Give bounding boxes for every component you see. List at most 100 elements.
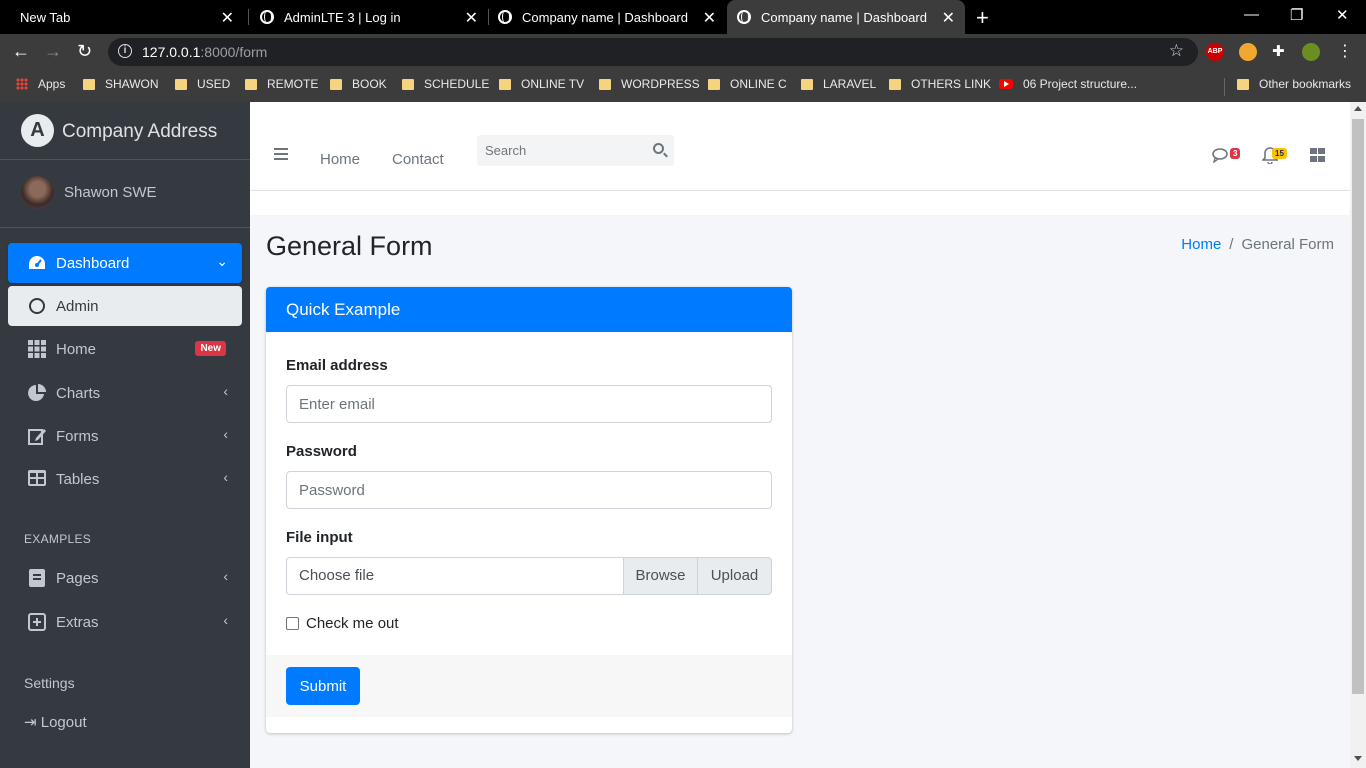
bookmark-folder[interactable]: ONLINE C [708,77,787,91]
search-icon[interactable] [653,143,664,154]
info-icon[interactable]: i [118,44,132,58]
extension-owl-icon[interactable] [1239,43,1257,61]
reload-icon[interactable]: ↻ [77,41,92,62]
sidebar-settings[interactable]: Settings [24,675,75,691]
close-tab-icon[interactable]: ✕ [703,8,716,28]
address-bar[interactable]: i 127.0.0.1:8000/form ☆ [108,38,1198,66]
back-icon[interactable]: ← [12,41,30,62]
navbar-search [477,135,674,166]
sidebar-item-extras[interactable]: Extras ‹ [8,602,242,642]
chevron-down-icon: ⌄ [216,253,228,269]
browser-tab[interactable]: New Tab ✕ [8,0,244,34]
bookmark-star-icon[interactable]: ☆ [1169,41,1184,61]
sidebar: Company Address Shawon SWE Dashboard ⌄ A… [0,102,250,768]
tab-title: Company name | Dashboard [761,9,927,25]
sidebar-item-label: Charts [56,385,101,402]
page-scrollbar[interactable] [1350,102,1366,768]
nav-link-home[interactable]: Home [320,151,360,168]
bookmark-folder[interactable]: ONLINE TV [499,77,584,91]
password-label: Password [286,443,357,460]
bookmark-folder[interactable]: BOOK [330,77,387,91]
header-strip [250,191,1350,215]
breadcrumb-home-link[interactable]: Home [1181,236,1221,253]
breadcrumb-separator: / [1229,236,1234,253]
card-footer: Submit [266,655,792,717]
close-window-icon[interactable]: ✕ [1336,6,1349,24]
sidebar-item-tables[interactable]: Tables ‹ [8,459,242,499]
folder-icon [499,78,511,90]
table-icon [27,470,47,488]
url-text: 127.0.0.1:8000/form [142,44,268,60]
globe-icon [260,10,274,24]
restore-icon[interactable]: ❐ [1290,6,1303,24]
folder-icon [402,78,414,90]
chevron-left-icon: ‹ [223,469,228,485]
bookmark-apps[interactable]: Apps [16,77,65,91]
sidebar-item-pages[interactable]: Pages ‹ [8,558,242,598]
grid-apps-icon[interactable] [1310,148,1325,162]
chevron-left-icon: ‹ [223,568,228,584]
card-title: Quick Example [286,300,401,319]
breadcrumb-current: General Form [1241,236,1334,253]
minimize-icon[interactable]: — [1244,6,1259,23]
file-choose-field[interactable]: Choose file [286,557,624,595]
email-field[interactable] [286,385,772,423]
forward-icon[interactable]: → [44,41,62,62]
bookmark-folder[interactable]: REMOTE [245,77,318,91]
sidebar-header-examples: EXAMPLES [24,532,92,546]
browser-tab-bar: New Tab ✕ AdminLTE 3 | Log in ✕ Company … [0,0,1366,34]
nav-link-contact[interactable]: Contact [392,151,444,168]
bookmark-folder[interactable]: WORDPRESS [599,77,700,91]
bookmark-folder[interactable]: LARAVEL [801,77,876,91]
browse-button[interactable]: Browse [623,557,698,595]
bookmark-folder[interactable]: USED [175,77,230,91]
browser-tab-active[interactable]: Company name | Dashboard ✕ [727,0,965,34]
bookmark-folder[interactable]: SHAWON [83,77,159,91]
profile-avatar-icon[interactable] [1302,43,1320,61]
top-navbar: Home Contact 3 15 [250,102,1350,191]
sidebar-item-admin[interactable]: Admin [8,286,242,326]
bookmarks-bar: Apps SHAWON USED REMOTE BOOK SCHEDULE ON… [0,70,1366,102]
plus-square-icon [27,613,47,631]
sidebar-logout[interactable]: ⇥ Logout [24,713,87,731]
comments-icon[interactable] [1212,147,1230,167]
folder-icon [708,78,720,90]
globe-icon [498,10,512,24]
folder-icon [245,78,257,90]
sidebar-item-label: Extras [56,614,99,631]
browser-toolbar: ← → ↻ i 127.0.0.1:8000/form ☆ ABP ✚ ⋮ [0,34,1366,70]
submit-button[interactable]: Submit [286,667,360,705]
password-field[interactable] [286,471,772,509]
sidebar-item-label: Admin [56,298,99,315]
brand-link[interactable]: Company Address [0,102,250,160]
sidebar-item-home[interactable]: Home New [8,329,242,369]
user-panel[interactable]: Shawon SWE [0,160,250,228]
chevron-left-icon: ‹ [223,383,228,399]
extensions-puzzle-icon[interactable]: ✚ [1272,43,1290,61]
browser-menu-icon[interactable]: ⋮ [1336,43,1354,61]
sidebar-item-forms[interactable]: Forms ‹ [8,416,242,456]
bookmark-other[interactable]: Other bookmarks [1237,77,1351,91]
bookmark-folder[interactable]: OTHERS LINK [889,77,991,91]
new-tab-icon[interactable]: + [976,5,989,31]
close-tab-icon[interactable]: ✕ [465,8,478,28]
upload-button[interactable]: Upload [697,557,772,595]
content-wrapper: Home Contact 3 15 General Form Home / Gene… [250,102,1350,768]
scroll-up-arrow-icon[interactable] [1354,106,1362,111]
bookmark-youtube[interactable]: 06 Project structure... [999,77,1137,91]
sidebar-item-charts[interactable]: Charts ‹ [8,373,242,413]
hamburger-menu-icon[interactable] [274,148,288,160]
scrollbar-thumb[interactable] [1352,119,1364,694]
check-me-out-checkbox[interactable] [286,616,299,630]
close-tab-icon[interactable]: ✕ [221,8,234,28]
browser-tab[interactable]: Company name | Dashboard ✕ [488,0,726,34]
browser-tab[interactable]: AdminLTE 3 | Log in ✕ [248,0,488,34]
sidebar-item-dashboard[interactable]: Dashboard ⌄ [8,243,242,283]
search-input[interactable] [477,135,642,166]
adblock-icon[interactable]: ABP [1206,43,1224,61]
globe-icon [737,10,751,24]
close-tab-icon[interactable]: ✕ [942,8,955,28]
bookmark-folder[interactable]: SCHEDULE [402,77,489,91]
checkbox-label[interactable]: Check me out [306,615,399,632]
scroll-down-arrow-icon[interactable] [1354,756,1362,761]
